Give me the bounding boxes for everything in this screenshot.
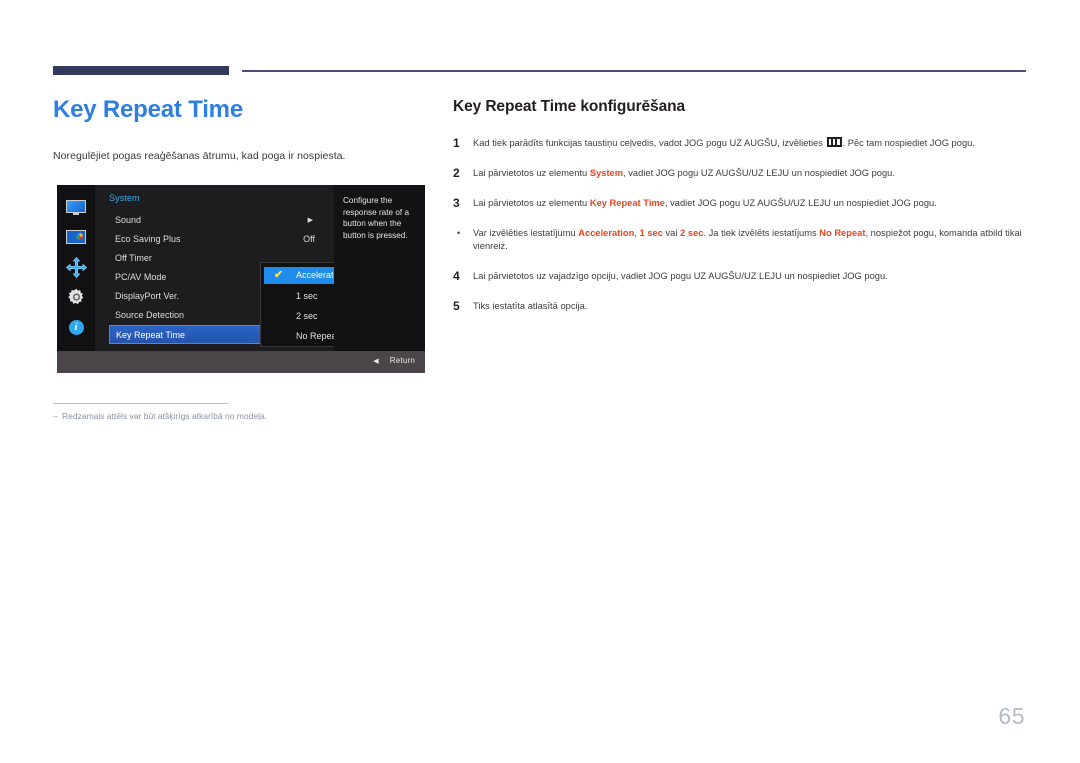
step-item: 1 Kad tiek parādīts funkcijas taustiņu ce… (453, 137, 1028, 150)
osd-menu-item-label: Off Timer (115, 253, 152, 263)
page-number: 65 (998, 703, 1025, 729)
page-title: Key Repeat Time (53, 96, 243, 123)
step-text: Var izvēlēties iestatījumu Acceleration,… (473, 227, 1028, 253)
picture-icon[interactable] (57, 225, 95, 249)
step-text: Tiks iestatīta atlasītā opcija. (473, 300, 1028, 313)
step-item: 5 Tiks iestatīta atlasītā opcija. (453, 300, 1028, 313)
step-text-fragment: . Ja tiek izvēlēts iestatījums (703, 228, 820, 238)
osd-menu-item-sound[interactable]: Sound ▶ (109, 211, 323, 230)
osd-screenshot: i System Sound ▶ Eco Saving Plus Off Off… (57, 185, 425, 373)
osd-menu-item-label: Source Detection (115, 310, 185, 320)
footnote-dash: ‒ (53, 411, 58, 421)
step-text-fragment: , vadiet JOG pogu UZ AUGŠU/UZ LEJU un no… (664, 198, 937, 208)
osd-footer-bar: ◀ Return (57, 351, 425, 373)
step-number: 1 (453, 136, 460, 150)
step-bullet-item: • Var izvēlēties iestatījumu Acceleration… (453, 227, 1028, 253)
left-column: Key Repeat Time Noregulējiet pogas reaģē… (53, 96, 433, 163)
osd-menu-item-label: DisplayPort Ver. (115, 291, 180, 301)
highlighted-term: No Repeat (819, 228, 866, 238)
osd-submenu-option-label: 2 sec (296, 311, 318, 321)
footnote-rule (53, 403, 228, 404)
check-icon: ✔ (274, 269, 284, 281)
page-description: Noregulējiet pogas reaģēšanas ātrumu, ka… (53, 150, 346, 162)
bullet-marker: • (457, 228, 461, 238)
step-text-fragment: , vadiet JOG pogu UZ AUGŠU/UZ LEJU un no… (623, 168, 895, 178)
chevron-right-icon: ▶ (307, 217, 313, 224)
arrow-left-icon: ◀ (373, 357, 379, 365)
osd-menu-title: System (109, 193, 140, 203)
step-number: 5 (453, 299, 460, 313)
step-text-fragment: Lai pārvietotos uz elementu (473, 168, 590, 178)
step-item: 2 Lai pārvietotos uz elementu System, vad… (453, 167, 1028, 180)
osd-submenu-option-label: No Repeat (296, 331, 340, 341)
step-text-fragment: Lai pārvietotos uz elementu (473, 198, 590, 208)
highlighted-term: Acceleration (578, 228, 635, 238)
osd-help-pane: Configure the response rate of a button … (334, 185, 425, 351)
footnote-text: Redzamais attēls var būt atšķirīgs atkar… (62, 411, 268, 421)
highlighted-term: System (589, 168, 624, 178)
footnote: ‒ Redzamais attēls var būt atšķirīgs atka… (53, 410, 433, 422)
osd-return-button[interactable]: ◀ Return (373, 356, 415, 365)
osd-menu-item-label: PC/AV Mode (115, 272, 167, 282)
menu-bars-icon (826, 137, 842, 147)
osd-menu-item-label: Sound (115, 215, 142, 225)
steps-list: 1 Kad tiek parādīts funkcijas taustiņu ce… (453, 137, 1028, 313)
step-text-fragment: Lai pārvietotos uz vajadzīgo opciju, vad… (473, 271, 888, 281)
osd-body: i System Sound ▶ Eco Saving Plus Off Off… (57, 185, 425, 351)
step-text-fragment: Tiks iestatīta atlasītā opcija. (473, 301, 588, 311)
header-rule-thin (242, 70, 1026, 72)
step-number: 4 (453, 269, 460, 283)
arrows-icon[interactable] (57, 255, 95, 279)
step-text: Lai pārvietotos uz vajadzīgo opciju, vad… (473, 270, 1028, 283)
osd-menu-item-label: Key Repeat Time (116, 330, 186, 340)
highlighted-term: 2 sec (680, 228, 704, 238)
step-item: 3 Lai pārvietotos uz elementu Key Repeat … (453, 197, 1028, 210)
step-text-fragment: Var izvēlēties iestatījumu (473, 228, 579, 238)
gear-icon[interactable] (57, 285, 95, 309)
osd-menu-item-value: Off (303, 234, 315, 244)
osd-menu-item-key-repeat-time[interactable]: Key Repeat Time (109, 325, 261, 344)
osd-help-text: Configure the response rate of a button … (343, 196, 409, 240)
step-text-fragment: vai (662, 228, 681, 238)
section-title: Key Repeat Time konfigurēšana (453, 98, 685, 115)
osd-menu-item-eco-saving-plus[interactable]: Eco Saving Plus Off (109, 230, 323, 249)
step-text: Lai pārvietotos uz elementu Key Repeat T… (473, 197, 1028, 210)
step-text: Lai pārvietotos uz elementu System, vadi… (473, 167, 1028, 180)
step-item: 4 Lai pārvietotos uz vajadzīgo opciju, va… (453, 270, 1028, 283)
step-text-fragment: . Pēc tam nospiediet JOG pogu. (842, 138, 975, 148)
step-text: Kad tiek parādīts funkcijas taustiņu ceļ… (473, 137, 1028, 150)
step-number: 3 (453, 196, 460, 210)
header-rule-thick (53, 66, 229, 75)
osd-icon-rail: i (57, 185, 95, 351)
right-column: Key Repeat Time konfigurēšana 1 Kad tiek … (453, 98, 1028, 330)
osd-menu-item-label: Eco Saving Plus (115, 234, 181, 244)
step-text-fragment: Kad tiek parādīts funkcijas taustiņu ceļ… (473, 138, 826, 148)
highlighted-term: Key Repeat Time (589, 198, 665, 208)
step-number: 2 (453, 166, 460, 180)
info-icon[interactable]: i (57, 315, 95, 339)
osd-submenu-option-label: 1 sec (296, 291, 318, 301)
highlighted-term: 1 sec (639, 228, 663, 238)
osd-return-label: Return (389, 356, 415, 365)
monitor-icon[interactable] (57, 195, 95, 219)
